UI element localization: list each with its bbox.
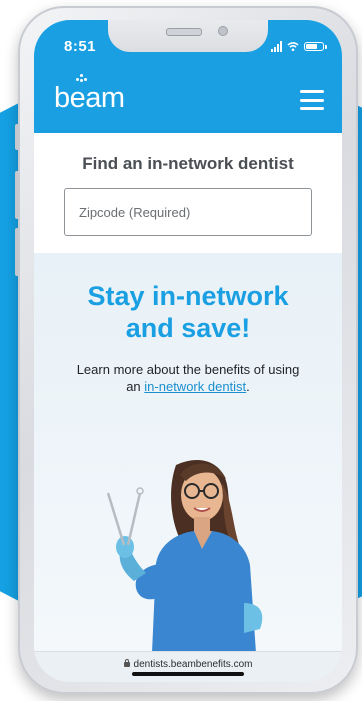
battery-level	[306, 43, 317, 49]
url-text: dentists.beambenefits.com	[133, 659, 253, 670]
speaker-grille	[166, 28, 202, 36]
lock-icon	[123, 659, 130, 667]
search-title: Find an in-network dentist	[82, 154, 294, 173]
phone-volume-up-button	[15, 171, 19, 219]
front-camera	[218, 26, 228, 36]
promo-headline-line1: Stay in-network	[87, 281, 289, 311]
site-header: 8:51 beam	[34, 20, 342, 133]
status-time: 8:51	[64, 38, 97, 55]
beam-logo[interactable]: beam	[54, 82, 125, 115]
promo-body: Learn more about the benefits of using a…	[68, 361, 308, 395]
phone-mute-button	[15, 124, 19, 150]
phone-screen: 8:51 beam Find an in-network dentist Zip…	[34, 20, 342, 682]
in-network-dentist-link[interactable]: in-network dentist	[144, 379, 246, 394]
status-icons	[271, 40, 327, 52]
dentist-search-panel: Find an in-network dentist	[34, 133, 342, 253]
cellular-signal-icon	[271, 40, 282, 52]
battery-icon	[304, 41, 327, 51]
hamburger-menu-icon[interactable]	[300, 90, 324, 110]
promo-body-suffix: .	[246, 379, 250, 394]
promo-section: Stay in-network and save! Learn more abo…	[34, 253, 342, 653]
dentist-with-tools-image	[106, 460, 263, 653]
home-indicator[interactable]	[132, 672, 244, 676]
wifi-icon	[287, 42, 299, 52]
phone-notch	[108, 20, 268, 52]
url-display: dentists.beambenefits.com	[34, 659, 342, 670]
phone-frame: 8:51 beam Find an in-network dentist Zip…	[15, 6, 358, 694]
zipcode-input[interactable]	[64, 188, 312, 236]
phone-volume-down-button	[15, 228, 19, 276]
promo-headline-line2: and save!	[125, 313, 251, 343]
browser-url-bar[interactable]: dentists.beambenefits.com	[34, 651, 342, 682]
promo-headline: Stay in-network and save!	[34, 280, 342, 344]
